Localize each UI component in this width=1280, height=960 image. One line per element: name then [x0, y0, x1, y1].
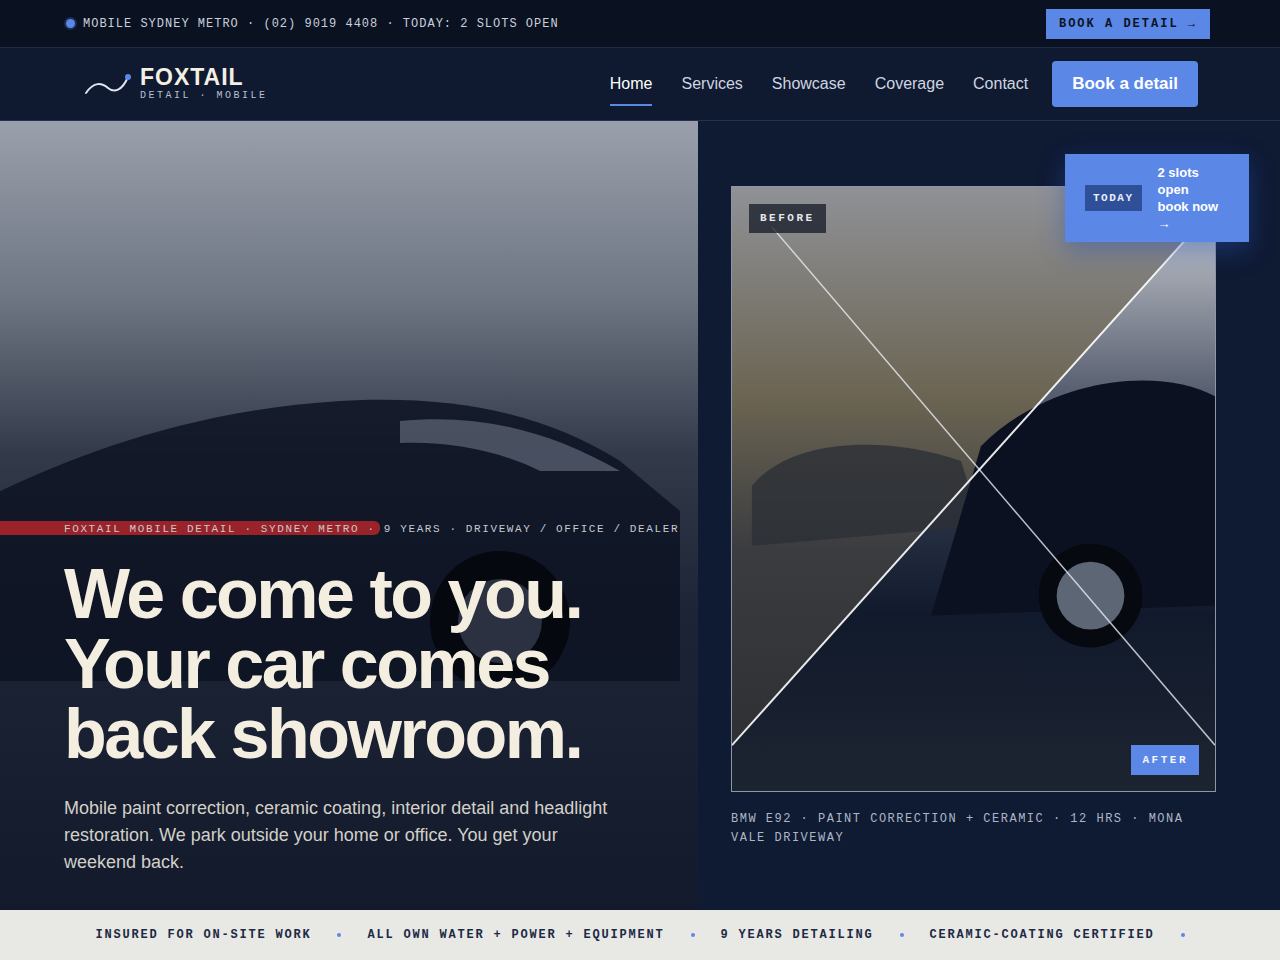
top-book-button[interactable]: BOOK A DETAIL →: [1046, 9, 1210, 39]
top-bar: MOBILE SYDNEY METRO · (02) 9019 4408 · T…: [0, 0, 1280, 48]
nav-item: Home: [610, 64, 653, 104]
hero-body: Mobile paint correction, ceramic coating…: [64, 795, 624, 876]
nav-item: Coverage: [875, 64, 944, 104]
before-label: BEFORE: [749, 204, 826, 233]
live-dot-icon: [66, 19, 75, 28]
separator-dot-icon: [1181, 933, 1185, 937]
showcase-caption: BMW E92 · PAINT CORRECTION + CERAMIC · 1…: [731, 810, 1216, 848]
after-label: AFTER: [1131, 745, 1199, 776]
trust-item: ALL OWN WATER + POWER + EQUIPMENT: [367, 926, 664, 944]
badge-line: book now →: [1158, 198, 1233, 232]
squiggle-logo-icon: [84, 71, 132, 97]
hero-photo: FOXTAIL MOBILE DETAIL · SYDNEY METRO · 9…: [0, 121, 698, 910]
brand-logo[interactable]: FOXTAIL DETAIL · MOBILE: [84, 65, 268, 103]
nav-links: Home Services Showcase Coverage Contact: [610, 64, 1028, 104]
headline-line: back showroom.: [64, 699, 668, 769]
before-after-image: BEFORE AFTER: [731, 186, 1216, 792]
headline-line: We come to you.: [64, 559, 668, 629]
nav-link[interactable]: Home: [610, 64, 653, 104]
separator-dot-icon: [900, 933, 904, 937]
brand-tagline: DETAIL · MOBILE: [140, 89, 268, 103]
trust-item: INSURED FOR ON-SITE WORK: [95, 926, 311, 944]
separator-dot-icon: [337, 933, 341, 937]
nav-item: Contact: [973, 64, 1028, 104]
slots-badge[interactable]: TODAY 2 slots openbook now →: [1065, 154, 1249, 242]
top-bar-info: MOBILE SYDNEY METRO · (02) 9019 4408 · T…: [83, 15, 559, 33]
brand-name: FOXTAIL: [140, 65, 268, 89]
nav-item: Services: [681, 64, 742, 104]
showcase-panel: TODAY 2 slots openbook now →: [698, 121, 1280, 910]
nav-link[interactable]: Services: [681, 64, 742, 104]
nav-link[interactable]: Showcase: [772, 64, 846, 104]
today-chip: TODAY: [1085, 185, 1142, 212]
badge-line: 2 slots open: [1158, 164, 1233, 198]
nav-item: Showcase: [772, 64, 846, 104]
hero-eyebrow: FOXTAIL MOBILE DETAIL · SYDNEY METRO · 9…: [64, 521, 668, 538]
trust-item: CERAMIC-COATING CERTIFIED: [930, 926, 1155, 944]
trust-strip: INSURED FOR ON-SITE WORK ALL OWN WATER + …: [0, 910, 1280, 960]
main-nav: FOXTAIL DETAIL · MOBILE Home Services Show…: [0, 48, 1280, 121]
trust-item: 9 YEARS DETAILING: [721, 926, 874, 944]
headline-line: Your car comes: [64, 629, 668, 699]
book-button[interactable]: Book a detail: [1052, 61, 1198, 107]
nav-link[interactable]: Contact: [973, 64, 1028, 104]
hero: FOXTAIL MOBILE DETAIL · SYDNEY METRO · 9…: [0, 121, 1280, 910]
hero-headline: We come to you.Your car comesback showro…: [64, 559, 668, 769]
nav-link[interactable]: Coverage: [875, 64, 944, 104]
before-after-photo-icon: [732, 187, 1215, 791]
separator-dot-icon: [691, 933, 695, 937]
